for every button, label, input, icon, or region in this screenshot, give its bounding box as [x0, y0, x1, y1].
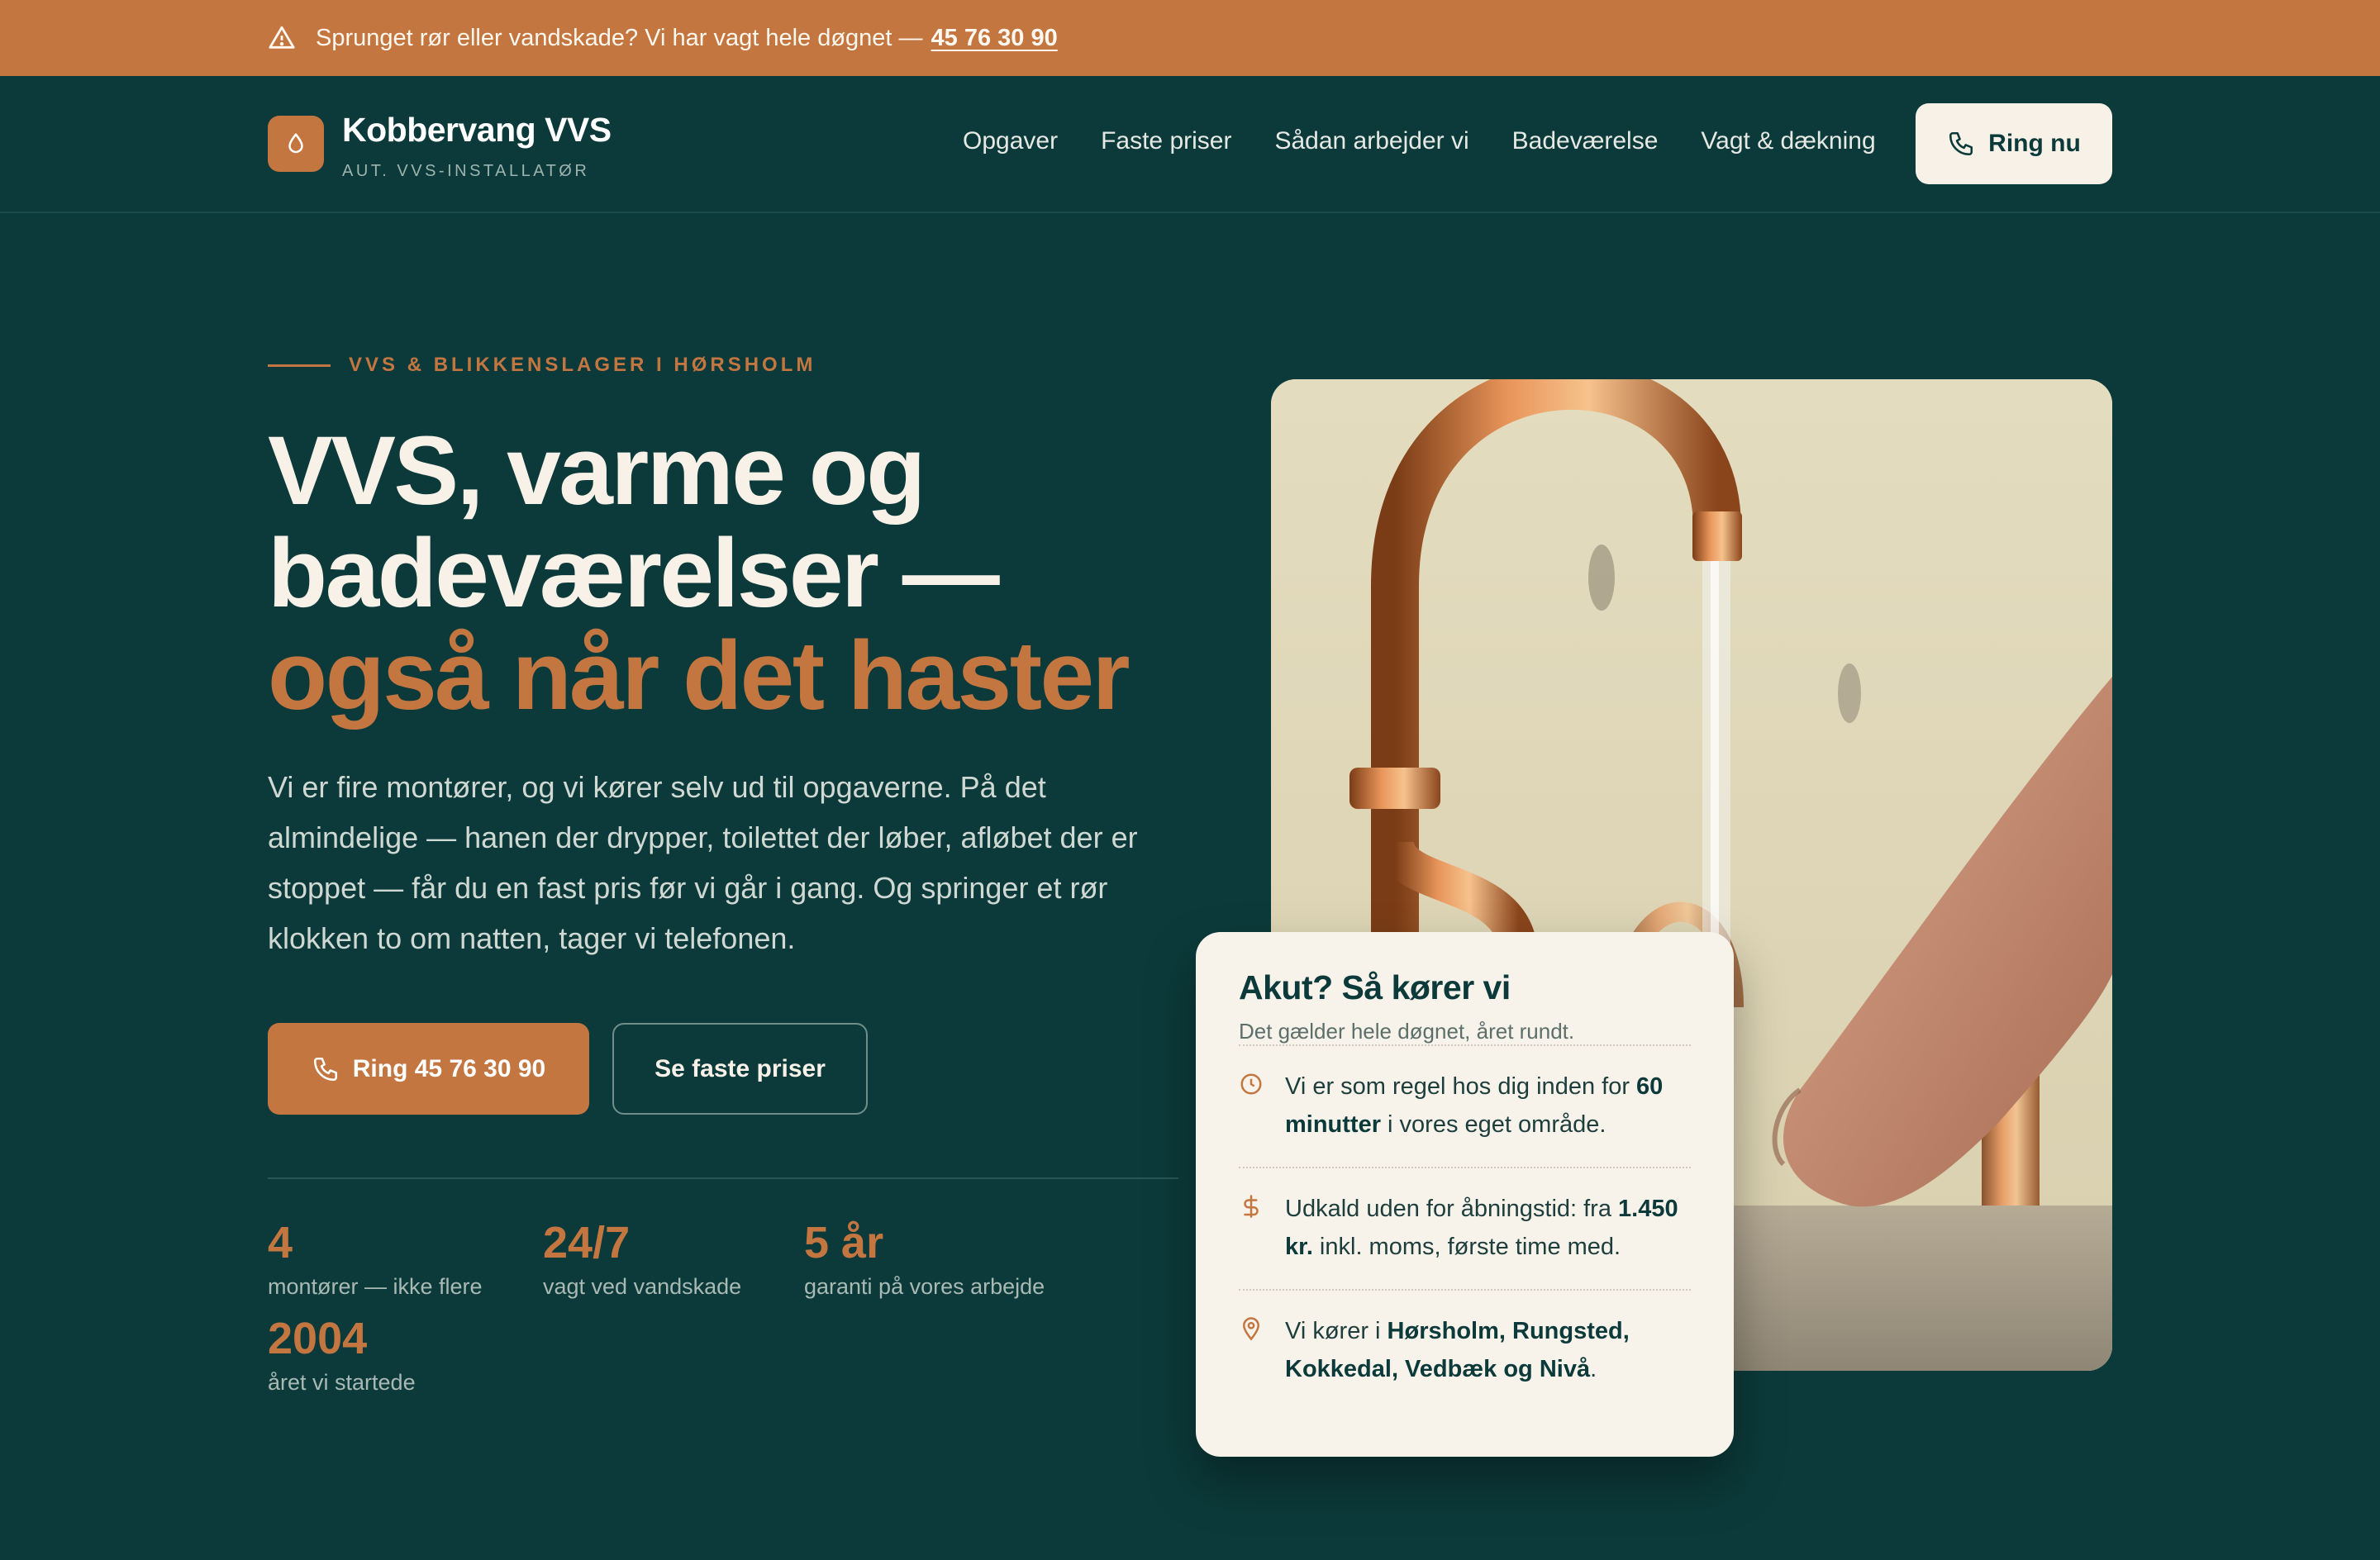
stat-value: 24/7 [543, 1218, 631, 1268]
card-subtitle: Det gælder hele døgnet, året rundt. [1239, 1019, 1575, 1044]
ring-nu-button[interactable]: Ring nu [1916, 103, 2112, 184]
card-title: Akut? Så kører vi [1239, 968, 1511, 1006]
nav-item-faste-priser[interactable]: Faste priser [1101, 127, 1231, 155]
eyebrow-text: VVS & BLIKKENSLAGER I HØRSHOLM [349, 354, 816, 376]
stat-value: 5 år [804, 1218, 884, 1268]
hero-title-accent: også når det haster [268, 621, 1130, 730]
card-row-response-time: Vi er som regel hos dig inden for 60 min… [1239, 1044, 1691, 1167]
stat-value: 4 [268, 1218, 293, 1268]
nav-item-opgaver[interactable]: Opgaver [963, 127, 1058, 155]
stat-label: garanti på vores arbejde [804, 1274, 1045, 1299]
brand-name[interactable]: Kobbervang VVS [342, 111, 612, 150]
emergency-card: Akut? Så kører vi Det gælder hele døgnet… [1196, 932, 1734, 1457]
stat-label: vagt ved vandskade [543, 1274, 742, 1299]
nav-item-vagt-daekning[interactable]: Vagt & dækning [1701, 127, 1875, 155]
stat-garanti: 5 år garanti på vores arbejde [804, 1218, 1045, 1300]
brand-tagline: AUT. VVS-INSTALLATØR [342, 162, 590, 180]
stat-value: 2004 [268, 1314, 368, 1363]
eyebrow-line [268, 364, 331, 367]
card-row-area: Vi kører i Hørsholm, Rungsted, Kokkedal,… [1239, 1289, 1691, 1411]
stat-label: året vi startede [268, 1370, 416, 1395]
stat-vagt: 24/7 vagt ved vandskade [543, 1218, 741, 1300]
emergency-alert-bar: Sprunget rør eller vandskade? Vi har vag… [0, 0, 2380, 76]
hero-title-line1: VVS, varme og [268, 416, 926, 526]
see-prices-button[interactable]: Se faste priser [612, 1023, 868, 1115]
card-row-text-part: . [1590, 1356, 1597, 1382]
nav-item-saadan-arbejder-vi[interactable]: Sådan arbejder vi [1274, 127, 1468, 155]
card-row-text-part: i vores eget område. [1381, 1111, 1606, 1138]
alert-text: Sprunget rør eller vandskade? Vi har vag… [316, 24, 923, 51]
card-row-text-part: inkl. moms, første time med. [1312, 1234, 1621, 1260]
ring-phone-button[interactable]: Ring 45 76 30 90 [268, 1023, 589, 1115]
card-row-text-part: Vi er som regel hos dig inden for [1285, 1073, 1637, 1100]
phone-icon [1949, 131, 1973, 156]
main-nav: Opgaver Faste priser Sådan arbejder vi B… [963, 127, 1919, 155]
hero-eyebrow: VVS & BLIKKENSLAGER I HØRSHOLM [268, 354, 816, 377]
drop-icon [288, 133, 303, 154]
map-pin-icon [1242, 1317, 1260, 1341]
stat-montorer: 4 montører — ikke flere [268, 1218, 483, 1300]
dollar-icon [1244, 1195, 1259, 1218]
clock-icon [1240, 1073, 1262, 1095]
ring-nu-label: Ring nu [1988, 130, 2081, 157]
stat-label: montører — ikke flere [268, 1274, 483, 1299]
card-row-text: Udkald uden for åbningstid: fra 1.450 kr… [1285, 1190, 1691, 1266]
ring-phone-label: Ring 45 76 30 90 [352, 1054, 546, 1082]
logo[interactable] [268, 116, 324, 172]
hero-title-line2: badeværelser — [268, 519, 1000, 628]
card-row-text: Vi er som regel hos dig inden for 60 min… [1285, 1068, 1691, 1144]
stats-divider [268, 1177, 1178, 1179]
card-row-text: Vi kører i Hørsholm, Rungsted, Kokkedal,… [1285, 1312, 1691, 1388]
nav-item-badevaerelse[interactable]: Badeværelse [1512, 127, 1659, 155]
hero-lead: Vi er fire montører, og vi kører selv ud… [268, 770, 1138, 955]
warning-triangle-icon [269, 26, 295, 49]
stat-startaar: 2004 året vi startede [268, 1314, 416, 1396]
alert-phone-link[interactable]: 45 76 30 90 [931, 25, 1058, 52]
card-row-text-part: Udkald uden for åbningstid: fra [1285, 1196, 1619, 1222]
site-header: Kobbervang VVS AUT. VVS-INSTALLATØR Opga… [0, 76, 2380, 213]
phone-icon [313, 1057, 337, 1081]
card-row-price: Udkald uden for åbningstid: fra 1.450 kr… [1239, 1167, 1691, 1289]
hero-title: VVS, varme og badeværelser — også når de… [268, 420, 1259, 727]
card-row-text-part: Vi kører i [1285, 1318, 1388, 1344]
